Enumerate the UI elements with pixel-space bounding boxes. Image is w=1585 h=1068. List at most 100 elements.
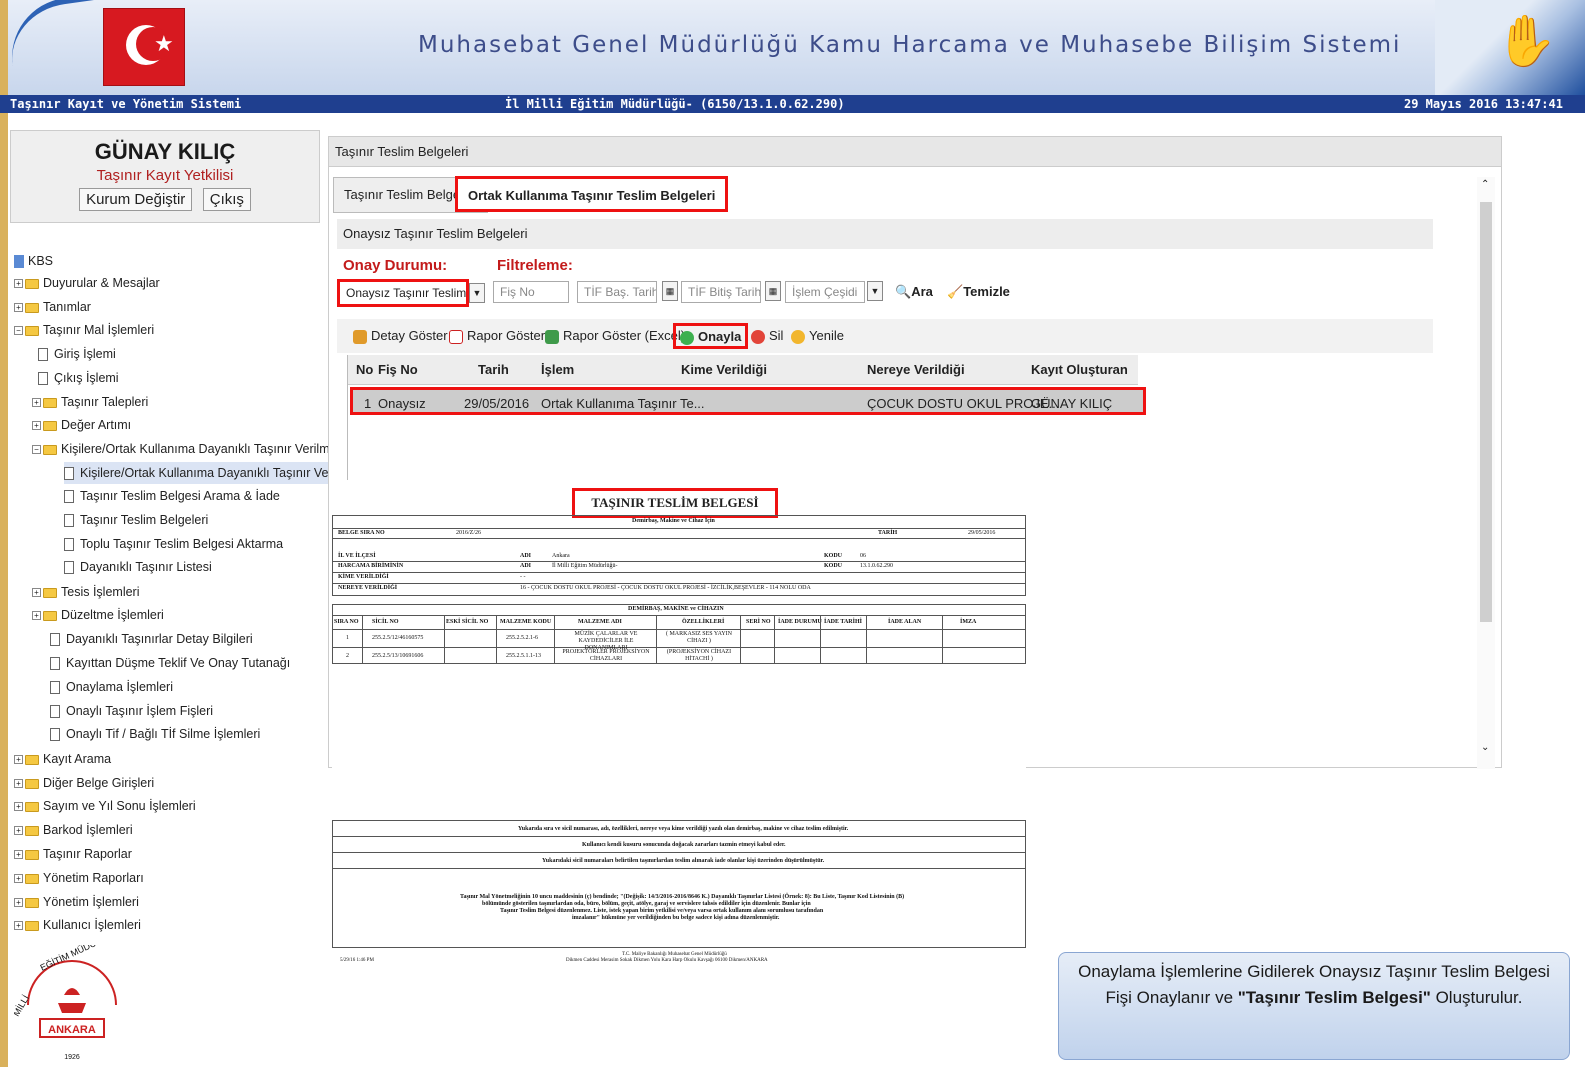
document-icon	[64, 561, 74, 575]
document-icon	[50, 728, 60, 742]
tree-item[interactable]: Onaylı Tif / Bağlı Tİf Silme İşlemleri	[50, 723, 260, 745]
document-title: TAŞINIR TESLİM BELGESİ	[572, 488, 778, 518]
tree-item[interactable]: + Sayım ve Yıl Sonu İşlemleri	[14, 795, 196, 817]
status-bar: Taşınır Kayıt ve Yönetim Sistemi İl Mill…	[0, 95, 1585, 113]
document-icon	[50, 681, 60, 695]
toolbar: Detay Göster Rapor Göster Rapor Göster (…	[337, 319, 1433, 353]
tree-item[interactable]: + Diğer Belge Girişleri	[14, 772, 154, 794]
user-box: GÜNAY KILIÇ Taşınır Kayıt Yetkilisi Kuru…	[10, 130, 320, 223]
tree-item[interactable]: Kayıttan Düşme Teklif Ve Onay Tutanağı	[50, 652, 290, 674]
document-icon	[50, 633, 60, 647]
institution-name: İl Milli Eğitim Müdürlüğü- (6150/13.1.0.…	[505, 97, 845, 111]
tree-item[interactable]: + Taşınır Raporlar	[14, 843, 132, 865]
folder-icon	[43, 420, 57, 431]
tree-item-selected[interactable]: Kişilere/Ortak Kullanıma Dayanıklı Taşın…	[64, 462, 351, 484]
delete-icon	[751, 329, 765, 344]
process-type-select[interactable]: İşlem Çeşidi	[785, 281, 865, 303]
tree-item[interactable]: + Duyurular & Mesajlar	[14, 272, 160, 294]
detail-button[interactable]: Detay Göster	[353, 325, 448, 347]
logo-left-text: MİLLİ	[14, 994, 31, 1018]
document-icon	[64, 467, 74, 481]
logout-button[interactable]: Çıkış	[202, 188, 251, 211]
user-name: GÜNAY KILIÇ	[94, 139, 236, 164]
header-corner-image: ✋	[1435, 0, 1585, 95]
folder-icon	[25, 801, 39, 812]
gear-icon	[353, 329, 367, 344]
document-icon	[50, 657, 60, 671]
folder-icon	[25, 920, 39, 931]
document-icon	[50, 705, 60, 719]
clear-button[interactable]: 🧹Temizle	[947, 281, 1010, 303]
excel-icon	[545, 329, 559, 344]
delete-button[interactable]: Sil	[751, 325, 783, 347]
calendar-icon[interactable]: ▦	[662, 281, 678, 301]
tree-item-kbs[interactable]: KBS	[14, 250, 53, 272]
pdf-icon	[449, 329, 463, 344]
tree-item[interactable]: Taşınır Teslim Belgesi Arama & İade	[64, 485, 280, 507]
scroll-thumb[interactable]	[1480, 202, 1492, 622]
info-callout: Onaylama İşlemlerine Gidilerek Onaysız T…	[1058, 952, 1570, 1060]
check-icon	[680, 330, 694, 345]
tree-item[interactable]: + Barkod İşlemleri	[14, 819, 133, 841]
search-button[interactable]: 🔍Ara	[895, 281, 933, 303]
tree-item[interactable]: + Değer Artımı	[32, 414, 131, 436]
system-name: Taşınır Kayıt ve Yönetim Sistemi	[10, 97, 242, 111]
tree-item[interactable]: Onaylı Taşınır İşlem Fişleri	[50, 700, 213, 722]
fis-no-input[interactable]: Fiş No	[493, 281, 569, 303]
search-icon: 🔍	[895, 284, 912, 299]
chevron-down-icon[interactable]: ⌄	[1481, 742, 1489, 753]
folder-icon	[25, 873, 39, 884]
refresh-icon	[791, 329, 805, 344]
table-row[interactable]: 1 Onaysız 29/05/2016 Ortak Kullanıma Taş…	[350, 387, 1146, 415]
folder-icon	[43, 587, 57, 598]
tree-item[interactable]: Taşınır Teslim Belgeleri	[64, 509, 208, 531]
chevron-down-icon[interactable]: ▼	[867, 281, 883, 301]
tab-ortak-kullanim[interactable]: Ortak Kullanıma Taşınır Teslim Belgeleri	[455, 176, 729, 212]
tree-item[interactable]: + Tesis İşlemleri	[32, 581, 140, 603]
chevron-down-icon[interactable]: ▼	[469, 283, 485, 303]
tree-item[interactable]: + Düzeltme İşlemleri	[32, 604, 164, 626]
start-date-input[interactable]: TİF Baş. Tarihi	[577, 281, 657, 303]
folder-icon	[43, 444, 57, 455]
tree-item[interactable]: Çıkış İşlemi	[38, 367, 119, 389]
chevron-up-icon[interactable]: ⌃	[1481, 179, 1489, 190]
user-role: Taşınır Kayıt Yetkilisi	[96, 167, 234, 184]
scrollbar[interactable]: ⌃ ⌄	[1477, 177, 1495, 769]
tree-item[interactable]: Toplu Taşınır Teslim Belgesi Aktarma	[64, 533, 283, 555]
tree-item[interactable]: Onaylama İşlemleri	[50, 676, 173, 698]
calendar-icon[interactable]: ▦	[765, 281, 781, 301]
tree-item[interactable]: + Yönetim İşlemleri	[14, 891, 139, 913]
grid-header: No Fiş No Tarih İşlem Kime Verildiği Ner…	[348, 355, 1138, 385]
tree-item[interactable]: + Kullanıcı İşlemleri	[14, 914, 141, 936]
broom-icon: 🧹	[947, 284, 964, 299]
approve-button[interactable]: Onayla	[673, 323, 749, 349]
tree-item[interactable]: Giriş İşlemi	[38, 343, 116, 365]
hand-keyboard-icon: ✋	[1495, 13, 1558, 69]
tree-item[interactable]: + Tanımlar	[14, 296, 91, 318]
tree-item[interactable]: Dayanıklı Taşınırlar Detay Bilgileri	[50, 628, 253, 650]
logo-top-text: EĞİTİM MÜDÜRLÜĞÜ	[39, 945, 127, 973]
folder-icon	[25, 849, 39, 860]
document-icon	[64, 490, 74, 504]
approval-status-select[interactable]: Onaysız Taşınır Teslim Be	[337, 279, 469, 307]
app-header: ★ Muhasebat Genel Müdürlüğü Kamu Harcama…	[0, 0, 1585, 95]
sub-header: Onaysız Taşınır Teslim Belgeleri	[337, 219, 1433, 249]
folder-icon	[25, 778, 39, 789]
excel-report-button[interactable]: Rapor Göster (Excel)	[545, 325, 685, 347]
tree-item[interactable]: Dayanıklı Taşınır Listesi	[64, 556, 212, 578]
tree-item[interactable]: + Yönetim Raporları	[14, 867, 144, 889]
turkish-flag-logo: ★	[103, 8, 185, 86]
logo-year: 1926	[64, 1054, 80, 1061]
document-icon	[38, 372, 48, 386]
refresh-button[interactable]: Yenile	[791, 325, 844, 347]
datetime: 29 Mayıs 2016 13:47:41	[1404, 97, 1563, 111]
tree-item[interactable]: + Kayıt Arama	[14, 748, 111, 770]
tree-item[interactable]: − Taşınır Mal İşlemleri	[14, 319, 154, 341]
folder-icon	[25, 278, 39, 289]
tree-item[interactable]: + Taşınır Talepleri	[32, 391, 148, 413]
folder-icon	[25, 754, 39, 765]
change-institution-button[interactable]: Kurum Değiştir	[79, 188, 193, 211]
report-button[interactable]: Rapor Göster	[449, 325, 545, 347]
folder-icon	[25, 302, 39, 313]
end-date-input[interactable]: TİF Bitiş Tarihi	[681, 281, 761, 303]
